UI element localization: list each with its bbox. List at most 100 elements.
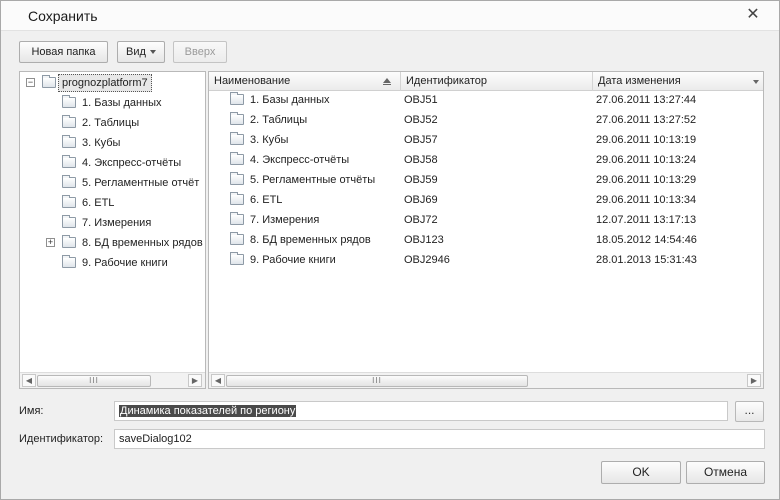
folder-icon (230, 152, 244, 165)
cell-name: 5. Регламентные отчёты (250, 174, 376, 186)
folder-icon (62, 175, 76, 188)
column-id-label: Идентификатор (406, 75, 487, 87)
list-header: Наименование Идентификатор Дата изменени… (209, 72, 763, 91)
folder-icon (62, 255, 76, 268)
cell-identifier: OBJ69 (404, 194, 438, 206)
cell-date: 28.01.2013 15:31:43 (596, 254, 697, 266)
scroll-left-icon[interactable]: ◀ (22, 374, 36, 387)
column-header-name[interactable]: Наименование (209, 72, 401, 91)
folder-icon (62, 95, 76, 108)
up-button[interactable]: Вверх (173, 41, 227, 63)
tree-item-label: 9. Рабочие книги (82, 257, 168, 269)
cell-identifier: OBJ52 (404, 114, 438, 126)
close-icon[interactable]: ✕ (744, 6, 762, 24)
collapse-icon[interactable]: − (26, 78, 35, 87)
folder-icon (42, 75, 56, 88)
cell-date: 27.06.2011 13:27:44 (596, 94, 697, 106)
column-date-label: Дата изменения (598, 75, 681, 87)
folder-icon (62, 115, 76, 128)
cell-date: 29.06.2011 10:13:29 (596, 174, 697, 186)
tree-item-label: 7. Измерения (82, 217, 152, 229)
cell-name: 7. Измерения (250, 214, 320, 226)
tree-item[interactable]: 4. Экспресс-отчёты (20, 153, 205, 173)
view-dropdown-button[interactable]: Вид (117, 41, 165, 63)
cancel-button[interactable]: Отмена (686, 461, 765, 484)
tree-root[interactable]: − prognozplatform7 (20, 73, 205, 93)
tree-item[interactable]: 7. Измерения (20, 213, 205, 233)
file-list[interactable]: Наименование Идентификатор Дата изменени… (208, 71, 764, 389)
cell-date: 29.06.2011 10:13:19 (596, 134, 697, 146)
folder-icon (230, 112, 244, 125)
name-label: Имя: (19, 405, 44, 417)
cell-date: 18.05.2012 14:54:46 (596, 234, 697, 246)
cell-name: 4. Экспресс-отчёты (250, 154, 350, 166)
folder-icon (62, 135, 76, 148)
tree-item-label: 3. Кубы (82, 137, 121, 149)
cell-identifier: OBJ51 (404, 94, 438, 106)
cell-identifier: OBJ58 (404, 154, 438, 166)
tree-item[interactable]: 3. Кубы (20, 133, 205, 153)
title-bar: Сохранить ✕ (1, 1, 779, 31)
cell-name: 3. Кубы (250, 134, 289, 146)
table-row[interactable]: 4. Экспресс-отчёты OBJ58 29.06.2011 10:13:… (209, 150, 763, 170)
folder-icon (62, 195, 76, 208)
table-row[interactable]: 8. БД временных рядов OBJ123 18.05.2012 14… (209, 230, 763, 250)
sort-ascending-icon (383, 78, 391, 85)
cell-identifier: OBJ59 (404, 174, 438, 186)
column-header-date[interactable]: Дата изменения (593, 72, 763, 91)
folder-icon (230, 92, 244, 105)
chevron-down-icon (149, 50, 156, 55)
folder-icon (62, 155, 76, 168)
table-row[interactable]: 5. Регламентные отчёты OBJ59 29.06.2011 10… (209, 170, 763, 190)
tree-horizontal-scrollbar[interactable]: ◀ III ▶ (20, 372, 205, 388)
cell-date: 29.06.2011 10:13:24 (596, 154, 697, 166)
cell-name: 2. Таблицы (250, 114, 308, 126)
tree-item[interactable]: 5. Регламентные отчёт (20, 173, 205, 193)
tree-item[interactable]: 9. Рабочие книги (20, 253, 205, 273)
cell-identifier: OBJ72 (404, 214, 438, 226)
column-menu-icon[interactable] (753, 80, 759, 84)
folder-icon (62, 235, 76, 248)
new-folder-button[interactable]: Новая папка (19, 41, 108, 63)
list-horizontal-scrollbar[interactable]: ◀ III ▶ (209, 372, 763, 388)
cell-name: 9. Рабочие книги (250, 254, 336, 266)
table-row[interactable]: 6. ETL OBJ69 29.06.2011 10:13:34 (209, 190, 763, 210)
folder-tree[interactable]: − prognozplatform7 1. Базы данных 2. Табл… (19, 71, 206, 389)
folder-icon (230, 172, 244, 185)
column-header-id[interactable]: Идентификатор (401, 72, 593, 91)
table-row[interactable]: 3. Кубы OBJ57 29.06.2011 10:13:19 (209, 130, 763, 150)
dialog-title: Сохранить (28, 8, 98, 24)
cell-name: 8. БД временных рядов (250, 234, 371, 246)
tree-item-label: 8. БД временных рядов (82, 237, 203, 249)
cell-identifier: OBJ57 (404, 134, 438, 146)
cell-date: 12.07.2011 13:17:13 (596, 214, 697, 226)
cell-name: 1. Базы данных (250, 94, 330, 106)
column-name-label: Наименование (214, 75, 291, 87)
tree-root-label: prognozplatform7 (58, 74, 152, 92)
scroll-thumb[interactable]: III (37, 375, 151, 387)
identifier-input[interactable]: saveDialog102 (114, 429, 765, 449)
folder-icon (230, 232, 244, 245)
browse-button[interactable]: ... (735, 401, 764, 422)
tree-item[interactable]: +8. БД временных рядов (20, 233, 205, 253)
table-row[interactable]: 9. Рабочие книги OBJ2946 28.01.2013 15:31:… (209, 250, 763, 270)
folder-icon (230, 132, 244, 145)
ok-button[interactable]: OK (601, 461, 681, 484)
tree-item-label: 5. Регламентные отчёт (82, 177, 200, 189)
tree-item[interactable]: 6. ETL (20, 193, 205, 213)
scroll-left-icon[interactable]: ◀ (211, 374, 225, 387)
tree-item-label: 2. Таблицы (82, 117, 140, 129)
scroll-right-icon[interactable]: ▶ (188, 374, 202, 387)
tree-item[interactable]: 2. Таблицы (20, 113, 205, 133)
table-row[interactable]: 1. Базы данных OBJ51 27.06.2011 13:27:44 (209, 90, 763, 110)
name-input[interactable]: Динамика показателей по региону (114, 401, 728, 421)
name-input-value: Динамика показателей по региону (119, 405, 297, 417)
expand-icon[interactable]: + (46, 238, 55, 247)
tree-item[interactable]: 1. Базы данных (20, 93, 205, 113)
scroll-thumb[interactable]: III (226, 375, 528, 387)
tree-item-label: 1. Базы данных (82, 97, 162, 109)
table-row[interactable]: 7. Измерения OBJ72 12.07.2011 13:17:13 (209, 210, 763, 230)
table-row[interactable]: 2. Таблицы OBJ52 27.06.2011 13:27:52 (209, 110, 763, 130)
scroll-right-icon[interactable]: ▶ (747, 374, 761, 387)
save-dialog: Сохранить ✕ Новая папка Вид Вверх − prog… (0, 0, 780, 500)
